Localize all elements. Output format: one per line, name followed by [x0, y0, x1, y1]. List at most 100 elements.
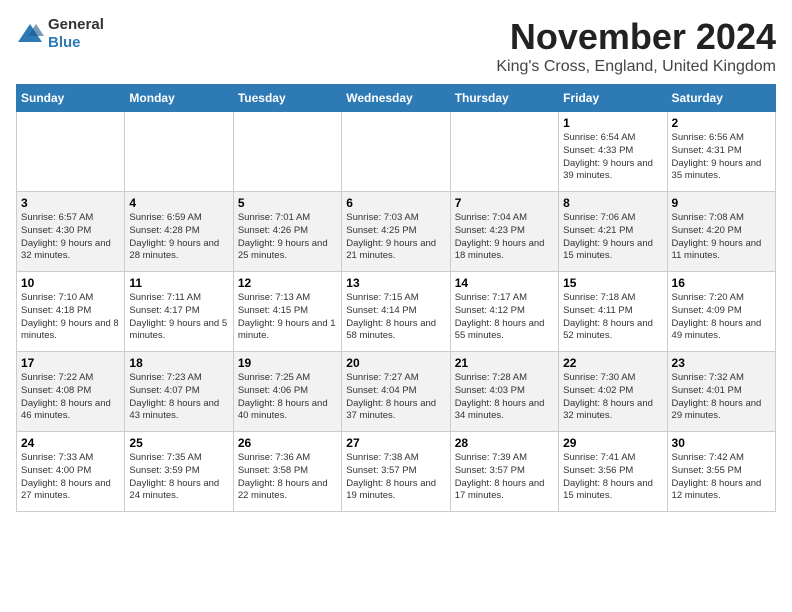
day-number: 4 [129, 196, 228, 210]
day-info: Sunrise: 7:36 AM Sunset: 3:58 PM Dayligh… [238, 452, 337, 503]
day-number: 15 [563, 276, 662, 290]
header: General Blue November 2024 King's Cross,… [16, 16, 776, 76]
weekday-header-cell: Monday [125, 85, 233, 112]
day-info: Sunrise: 7:13 AM Sunset: 4:15 PM Dayligh… [238, 292, 337, 343]
calendar-day-cell: 12 Sunrise: 7:13 AM Sunset: 4:15 PM Dayli… [233, 272, 341, 352]
day-info: Sunrise: 7:01 AM Sunset: 4:26 PM Dayligh… [238, 212, 337, 263]
day-info: Sunrise: 7:20 AM Sunset: 4:09 PM Dayligh… [672, 292, 771, 343]
day-number: 28 [455, 436, 554, 450]
day-number: 1 [563, 116, 662, 130]
day-info: Sunrise: 7:17 AM Sunset: 4:12 PM Dayligh… [455, 292, 554, 343]
calendar-day-cell: 10 Sunrise: 7:10 AM Sunset: 4:18 PM Dayli… [17, 272, 125, 352]
weekday-header-cell: Wednesday [342, 85, 450, 112]
calendar-day-cell: 19 Sunrise: 7:25 AM Sunset: 4:06 PM Dayli… [233, 352, 341, 432]
weekday-header-cell: Thursday [450, 85, 558, 112]
calendar-day-cell [125, 112, 233, 192]
calendar-day-cell: 3Sunrise: 6:57 AM Sunset: 4:30 PM Daylig… [17, 192, 125, 272]
day-number: 6 [346, 196, 445, 210]
calendar-day-cell: 27 Sunrise: 7:38 AM Sunset: 3:57 PM Dayli… [342, 432, 450, 512]
day-number: 20 [346, 356, 445, 370]
calendar-week-row: 17 Sunrise: 7:22 AM Sunset: 4:08 PM Dayli… [17, 352, 776, 432]
day-number: 5 [238, 196, 337, 210]
day-info: Sunrise: 7:04 AM Sunset: 4:23 PM Dayligh… [455, 212, 554, 263]
calendar-day-cell: 1 Sunrise: 6:54 AM Sunset: 4:33 PM Daylig… [559, 112, 667, 192]
calendar-week-row: 24 Sunrise: 7:33 AM Sunset: 4:00 PM Dayli… [17, 432, 776, 512]
day-number: 17 [21, 356, 120, 370]
weekday-header-cell: Friday [559, 85, 667, 112]
day-info: Sunrise: 7:28 AM Sunset: 4:03 PM Dayligh… [455, 372, 554, 423]
calendar-day-cell: 9 Sunrise: 7:08 AM Sunset: 4:20 PM Daylig… [667, 192, 775, 272]
day-number: 27 [346, 436, 445, 450]
calendar-week-row: 1 Sunrise: 6:54 AM Sunset: 4:33 PM Daylig… [17, 112, 776, 192]
day-number: 11 [129, 276, 228, 290]
calendar-day-cell [17, 112, 125, 192]
calendar-day-cell: 8 Sunrise: 7:06 AM Sunset: 4:21 PM Daylig… [559, 192, 667, 272]
calendar-table: SundayMondayTuesdayWednesdayThursdayFrid… [16, 84, 776, 512]
calendar-day-cell: 24 Sunrise: 7:33 AM Sunset: 4:00 PM Dayli… [17, 432, 125, 512]
day-info: Sunrise: 7:25 AM Sunset: 4:06 PM Dayligh… [238, 372, 337, 423]
weekday-header-row: SundayMondayTuesdayWednesdayThursdayFrid… [17, 85, 776, 112]
day-info: Sunrise: 7:35 AM Sunset: 3:59 PM Dayligh… [129, 452, 228, 503]
logo: General Blue [16, 16, 104, 52]
calendar-day-cell: 5 Sunrise: 7:01 AM Sunset: 4:26 PM Daylig… [233, 192, 341, 272]
day-info: Sunrise: 7:08 AM Sunset: 4:20 PM Dayligh… [672, 212, 771, 263]
day-number: 14 [455, 276, 554, 290]
day-info: Sunrise: 7:42 AM Sunset: 3:55 PM Dayligh… [672, 452, 771, 503]
day-number: 21 [455, 356, 554, 370]
day-info: Sunrise: 7:41 AM Sunset: 3:56 PM Dayligh… [563, 452, 662, 503]
calendar-body: 1 Sunrise: 6:54 AM Sunset: 4:33 PM Daylig… [17, 112, 776, 512]
calendar-day-cell: 25 Sunrise: 7:35 AM Sunset: 3:59 PM Dayli… [125, 432, 233, 512]
day-number: 7 [455, 196, 554, 210]
day-info: Sunrise: 7:03 AM Sunset: 4:25 PM Dayligh… [346, 212, 445, 263]
day-number: 12 [238, 276, 337, 290]
calendar-day-cell: 18Sunrise: 7:23 AM Sunset: 4:07 PM Dayli… [125, 352, 233, 432]
day-number: 26 [238, 436, 337, 450]
calendar-day-cell: 7 Sunrise: 7:04 AM Sunset: 4:23 PM Daylig… [450, 192, 558, 272]
calendar-day-cell: 2Sunrise: 6:56 AM Sunset: 4:31 PM Daylig… [667, 112, 775, 192]
day-info: Sunrise: 7:22 AM Sunset: 4:08 PM Dayligh… [21, 372, 120, 423]
calendar-day-cell: 30Sunrise: 7:42 AM Sunset: 3:55 PM Dayli… [667, 432, 775, 512]
day-info: Sunrise: 6:59 AM Sunset: 4:28 PM Dayligh… [129, 212, 228, 263]
day-info: Sunrise: 7:10 AM Sunset: 4:18 PM Dayligh… [21, 292, 120, 343]
day-number: 23 [672, 356, 771, 370]
day-info: Sunrise: 7:33 AM Sunset: 4:00 PM Dayligh… [21, 452, 120, 503]
logo-text-blue: Blue [48, 34, 81, 51]
day-number: 25 [129, 436, 228, 450]
day-info: Sunrise: 7:11 AM Sunset: 4:17 PM Dayligh… [129, 292, 228, 343]
day-number: 13 [346, 276, 445, 290]
calendar-day-cell: 23 Sunrise: 7:32 AM Sunset: 4:01 PM Dayli… [667, 352, 775, 432]
calendar-day-cell: 28 Sunrise: 7:39 AM Sunset: 3:57 PM Dayli… [450, 432, 558, 512]
day-info: Sunrise: 7:06 AM Sunset: 4:21 PM Dayligh… [563, 212, 662, 263]
calendar-week-row: 10 Sunrise: 7:10 AM Sunset: 4:18 PM Dayli… [17, 272, 776, 352]
day-number: 22 [563, 356, 662, 370]
day-number: 9 [672, 196, 771, 210]
day-info: Sunrise: 6:57 AM Sunset: 4:30 PM Dayligh… [21, 212, 120, 263]
day-number: 8 [563, 196, 662, 210]
day-info: Sunrise: 7:27 AM Sunset: 4:04 PM Dayligh… [346, 372, 445, 423]
calendar-day-cell: 20 Sunrise: 7:27 AM Sunset: 4:04 PM Dayli… [342, 352, 450, 432]
day-info: Sunrise: 7:15 AM Sunset: 4:14 PM Dayligh… [346, 292, 445, 343]
day-number: 16 [672, 276, 771, 290]
day-info: Sunrise: 7:38 AM Sunset: 3:57 PM Dayligh… [346, 452, 445, 503]
calendar-day-cell: 13 Sunrise: 7:15 AM Sunset: 4:14 PM Dayli… [342, 272, 450, 352]
day-number: 10 [21, 276, 120, 290]
day-info: Sunrise: 7:30 AM Sunset: 4:02 PM Dayligh… [563, 372, 662, 423]
day-info: Sunrise: 7:32 AM Sunset: 4:01 PM Dayligh… [672, 372, 771, 423]
calendar-day-cell: 4 Sunrise: 6:59 AM Sunset: 4:28 PM Daylig… [125, 192, 233, 272]
day-info: Sunrise: 7:39 AM Sunset: 3:57 PM Dayligh… [455, 452, 554, 503]
day-info: Sunrise: 6:54 AM Sunset: 4:33 PM Dayligh… [563, 132, 662, 183]
calendar-day-cell: 17 Sunrise: 7:22 AM Sunset: 4:08 PM Dayli… [17, 352, 125, 432]
calendar-day-cell [342, 112, 450, 192]
main-title: November 2024 [496, 16, 776, 58]
day-info: Sunrise: 7:23 AM Sunset: 4:07 PM Dayligh… [129, 372, 228, 423]
subtitle: King's Cross, England, United Kingdom [496, 58, 776, 76]
weekday-header-cell: Tuesday [233, 85, 341, 112]
day-number: 19 [238, 356, 337, 370]
day-number: 24 [21, 436, 120, 450]
calendar-day-cell: 6 Sunrise: 7:03 AM Sunset: 4:25 PM Daylig… [342, 192, 450, 272]
calendar-day-cell: 26 Sunrise: 7:36 AM Sunset: 3:58 PM Dayli… [233, 432, 341, 512]
calendar-day-cell: 21 Sunrise: 7:28 AM Sunset: 4:03 PM Dayli… [450, 352, 558, 432]
logo-text-general: General [48, 16, 104, 33]
day-number: 29 [563, 436, 662, 450]
day-info: Sunrise: 7:18 AM Sunset: 4:11 PM Dayligh… [563, 292, 662, 343]
